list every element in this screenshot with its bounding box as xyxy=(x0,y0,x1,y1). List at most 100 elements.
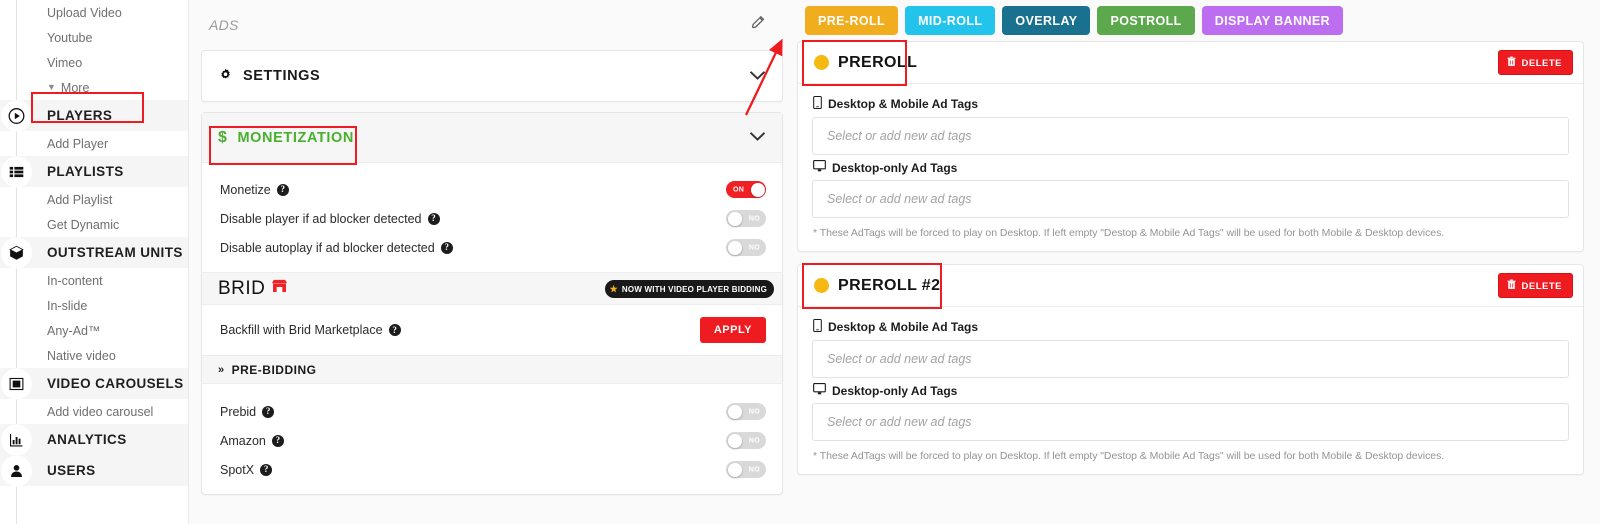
toggle-state-label: NO xyxy=(748,466,760,473)
tab-overlay[interactable]: OVERLAY xyxy=(1002,6,1091,35)
help-icon[interactable]: ? xyxy=(440,241,453,254)
tab-display-banner[interactable]: DISPLAY BANNER xyxy=(1201,6,1344,35)
preroll-card-header: PREROLL DELETE xyxy=(798,42,1583,84)
option-label: Disable player if ad blocker detected xyxy=(220,211,422,226)
list-icon xyxy=(1,156,32,187)
sidebar-item-vimeo[interactable]: Vimeo xyxy=(0,50,188,75)
delete-preroll-2-button[interactable]: DELETE xyxy=(1497,273,1573,298)
main-content: ADS SETTINGS $ MONETIZATION Monetize ? O… xyxy=(189,0,1600,524)
sidebar-item-playlists[interactable]: PLAYLISTS xyxy=(0,156,188,187)
brid-marketplace-bar: BRID ★ NOW WITH VIDEO PLAYER BIDDING xyxy=(202,272,782,305)
sidebar-item-label: Vimeo xyxy=(47,55,83,70)
dollar-icon: $ xyxy=(218,128,228,146)
pencil-icon[interactable] xyxy=(750,14,767,36)
prebidding-section-header[interactable]: » PRE-BIDDING xyxy=(202,355,782,384)
settings-card[interactable]: SETTINGS xyxy=(201,50,783,102)
field-label-text: Desktop-only Ad Tags xyxy=(832,383,958,398)
toggle-knob xyxy=(750,182,765,197)
sidebar-item-in-content[interactable]: In-content xyxy=(0,268,188,293)
marketplace-store-icon xyxy=(270,277,289,301)
option-label: Monetize xyxy=(220,182,271,197)
desktop-mobile-ad-tags-input-2[interactable] xyxy=(812,340,1569,378)
sidebar-item-label: OUTSTREAM UNITS xyxy=(47,245,183,260)
trash-icon xyxy=(1506,56,1517,70)
help-icon[interactable]: ? xyxy=(427,212,440,225)
toggle-knob xyxy=(727,240,742,255)
help-icon[interactable]: ? xyxy=(271,434,284,447)
monetization-card-header[interactable]: $ MONETIZATION xyxy=(202,113,782,163)
sidebar-item-outstream-units[interactable]: OUTSTREAM UNITS xyxy=(0,237,188,268)
sidebar-item-any-ad[interactable]: Any-Ad™ xyxy=(0,318,188,343)
desktop-mobile-ad-tags-input[interactable] xyxy=(812,117,1569,155)
toggle-state-label: NO xyxy=(748,408,760,415)
carousel-icon xyxy=(1,368,32,399)
chevron-down-icon[interactable] xyxy=(749,69,766,84)
badge-label: NOW WITH VIDEO PLAYER BIDDING xyxy=(621,284,767,294)
toggle-spotx[interactable]: NO xyxy=(726,461,766,478)
option-label: Prebid xyxy=(220,404,257,419)
desktop-only-ad-tags-label: Desktop-only Ad Tags xyxy=(813,160,1569,175)
sidebar-item-players[interactable]: PLAYERS xyxy=(0,100,188,131)
settings-column: ADS SETTINGS $ MONETIZATION Monetize ? O… xyxy=(201,0,783,524)
toggle-disable-autoplay-adblock[interactable]: NO xyxy=(726,239,766,256)
preroll-note: * These AdTags will be forced to play on… xyxy=(813,227,1568,239)
sidebar-item-label: USERS xyxy=(47,463,96,478)
prebidding-options: Prebid ? NO Amazon ? NO SpotX ? NO xyxy=(202,384,782,494)
tab-postroll[interactable]: POSTROLL xyxy=(1097,6,1195,35)
toggle-state-label: NO xyxy=(748,437,760,444)
sidebar-item-add-video-carousel[interactable]: Add video carousel xyxy=(0,399,188,424)
sidebar-item-upload-video[interactable]: Upload Video xyxy=(0,0,188,25)
sidebar-item-analytics[interactable]: ANALYTICS xyxy=(0,424,188,455)
toggle-disable-player-adblock[interactable]: NO xyxy=(726,210,766,227)
sidebar-item-label: Get Dynamic xyxy=(47,217,120,232)
settings-card-header[interactable]: SETTINGS xyxy=(202,51,782,101)
delete-preroll-button[interactable]: DELETE xyxy=(1497,50,1573,75)
sidebar-item-more[interactable]: ▼ More xyxy=(0,75,188,100)
preroll-2-card: PREROLL #2 DELETE Desktop & Mobile Ad Ta… xyxy=(797,263,1584,475)
sidebar-item-users[interactable]: USERS xyxy=(0,455,188,486)
sidebar-item-label: In-slide xyxy=(47,298,88,313)
sidebar-item-get-dynamic[interactable]: Get Dynamic xyxy=(0,212,188,237)
option-disable-player-adblock: Disable player if ad blocker detected ? … xyxy=(220,204,766,233)
help-icon[interactable]: ? xyxy=(262,405,275,418)
help-icon[interactable]: ? xyxy=(276,183,289,196)
apply-button[interactable]: APPLY xyxy=(699,317,766,343)
tab-mid-roll[interactable]: MID-ROLL xyxy=(905,6,996,35)
option-prebid: Prebid ? NO xyxy=(220,397,766,426)
desktop-mobile-ad-tags-label: Desktop & Mobile Ad Tags xyxy=(813,319,1569,335)
sidebar-item-native-video[interactable]: Native video xyxy=(0,343,188,368)
sidebar-item-add-player[interactable]: Add Player xyxy=(0,131,188,156)
user-icon xyxy=(1,455,32,486)
sidebar-item-add-playlist[interactable]: Add Playlist xyxy=(0,187,188,212)
status-dot-icon xyxy=(814,278,829,293)
monitor-icon xyxy=(813,383,826,398)
sidebar-item-video-carousels[interactable]: VIDEO CAROUSELS xyxy=(0,368,188,399)
toggle-state-label: ON xyxy=(733,186,745,193)
option-disable-autoplay-adblock: Disable autoplay if ad blocker detected … xyxy=(220,233,766,262)
star-icon: ★ xyxy=(609,283,618,294)
toggle-monetize[interactable]: ON xyxy=(726,181,766,198)
monetization-card: $ MONETIZATION Monetize ? ON Disable pla… xyxy=(201,112,783,495)
sidebar-item-label: In-content xyxy=(47,273,103,288)
sidebar-item-label: VIDEO CAROUSELS xyxy=(47,376,184,391)
mobile-icon xyxy=(813,96,822,112)
sidebar-item-in-slide[interactable]: In-slide xyxy=(0,293,188,318)
desktop-only-ad-tags-input-2[interactable] xyxy=(812,403,1569,441)
help-icon[interactable]: ? xyxy=(388,324,401,336)
option-monetize: Monetize ? ON xyxy=(220,175,766,204)
double-chevron-right-icon: » xyxy=(218,363,225,376)
cube-icon xyxy=(1,237,32,268)
toggle-prebid[interactable]: NO xyxy=(726,403,766,420)
tab-pre-roll[interactable]: PRE-ROLL xyxy=(805,6,899,35)
desktop-only-ad-tags-input[interactable] xyxy=(812,180,1569,218)
help-icon[interactable]: ? xyxy=(260,463,273,476)
sidebar-item-youtube[interactable]: Youtube xyxy=(0,25,188,50)
sidebar-item-label: Youtube xyxy=(47,30,93,45)
toggle-amazon[interactable]: NO xyxy=(726,432,766,449)
sidebar-item-label: Add Player xyxy=(47,136,109,151)
chevron-down-icon[interactable] xyxy=(749,130,766,145)
monetization-options: Monetize ? ON Disable player if ad block… xyxy=(202,163,782,272)
page-title: ADS xyxy=(209,17,239,33)
toggle-knob xyxy=(727,433,742,448)
preroll-2-card-header: PREROLL #2 DELETE xyxy=(798,265,1583,307)
